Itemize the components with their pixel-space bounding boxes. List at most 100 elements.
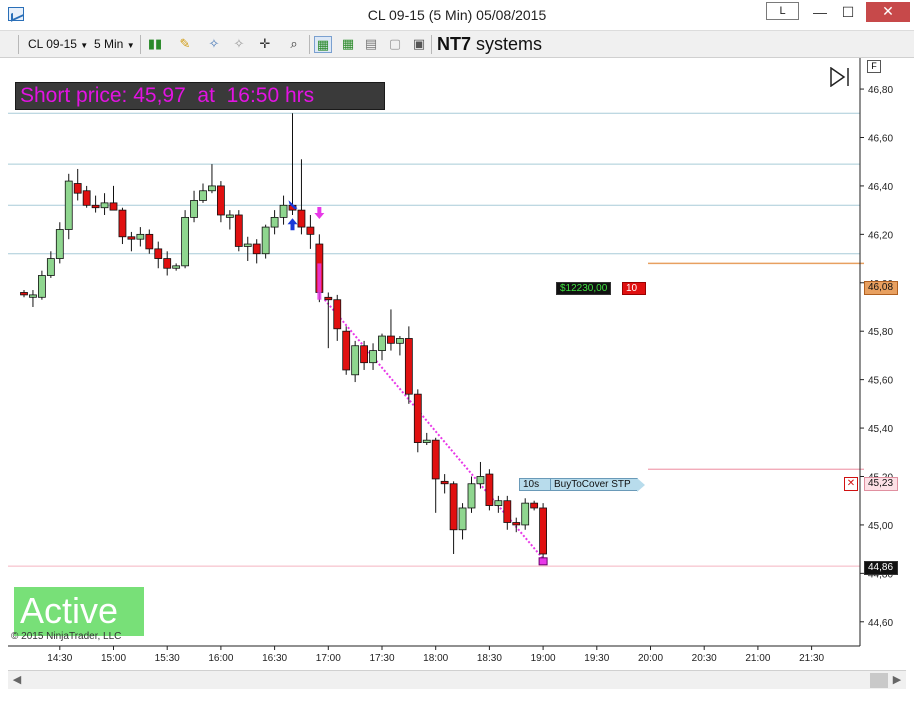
instrument-selector[interactable]: CL 09-15 ▼ xyxy=(28,35,88,55)
candle-body xyxy=(136,233,145,240)
y-tick-label: 46,40 xyxy=(868,182,893,193)
horizontal-scrollbar[interactable]: ◀ ▶ xyxy=(8,670,906,689)
y-tick-label: 46,20 xyxy=(868,230,893,241)
candle-body xyxy=(73,183,82,194)
short-price-banner: Short price: 45,97 at 16:50 hrs xyxy=(15,82,385,110)
brand-label: NT7 systems xyxy=(437,34,542,54)
candle-body xyxy=(521,502,530,526)
bar-type-icon[interactable]: ▮▮ xyxy=(146,36,164,53)
maximize-button[interactable]: ☐ xyxy=(834,3,862,23)
position-qty-tag[interactable]: 10 xyxy=(622,282,646,295)
candle-body xyxy=(324,296,333,301)
candle-body xyxy=(297,209,306,228)
candle-body xyxy=(485,473,494,506)
scroll-right-icon[interactable]: ▶ xyxy=(890,673,904,687)
candle-body xyxy=(82,190,91,206)
title-bar: CL 09-15 (5 Min) 05/08/2015 L — ☐ ✕ xyxy=(0,0,914,31)
chart-toolbar: CL 09-15 ▼ 5 Min ▼ ▮▮ ✎ ✧ ✧ ✛ ⌕ ▦ ▦ ▤ ▢ … xyxy=(0,31,914,58)
y-tick-label: 46,60 xyxy=(868,133,893,144)
y-tick-label: 45,80 xyxy=(868,327,893,338)
copyright-label: © 2015 NinjaTrader, LLC xyxy=(11,631,122,642)
candle-body xyxy=(234,214,243,247)
strategy-status-badge: Active xyxy=(14,587,144,636)
data-box-icon[interactable]: ▦ xyxy=(339,36,357,53)
brand-rest: systems xyxy=(471,34,543,54)
candle-body xyxy=(208,185,216,192)
stop-order-pointer xyxy=(637,478,645,492)
candle-body xyxy=(449,483,458,531)
y-tick-label: 45,00 xyxy=(868,521,893,532)
strategy-icon[interactable]: ✧ xyxy=(230,36,248,53)
candle-body xyxy=(91,204,100,209)
x-tick-label: 15:30 xyxy=(155,653,180,664)
stop-time-tag: 10s xyxy=(519,478,551,491)
candle-body xyxy=(351,345,360,376)
candle-body xyxy=(127,236,136,240)
toolbar-separator xyxy=(309,35,310,54)
f-button[interactable]: F xyxy=(867,60,881,73)
candle-body xyxy=(503,500,512,523)
minimize-button[interactable]: — xyxy=(806,3,834,23)
close-button[interactable]: ✕ xyxy=(866,2,910,22)
x-tick-label: 20:30 xyxy=(692,653,717,664)
candle-body xyxy=(216,185,225,216)
candle-body xyxy=(225,214,234,218)
snapshot-icon[interactable]: ▢ xyxy=(386,36,404,53)
price-chart[interactable]: 46,8046,6046,4046,2046,0045,8045,6045,40… xyxy=(8,58,906,670)
candle-body xyxy=(333,299,342,330)
candle-body xyxy=(512,522,521,526)
candle-body xyxy=(387,335,395,344)
candle-body xyxy=(261,226,270,255)
candle-body xyxy=(64,180,73,230)
y-tick-label: 46,80 xyxy=(868,85,893,96)
candle-body xyxy=(342,330,351,371)
x-tick-label: 18:00 xyxy=(423,653,448,664)
interval-selector[interactable]: 5 Min ▼ xyxy=(94,35,135,55)
candle-body xyxy=(145,233,154,250)
last-price-tag: 44,86 xyxy=(864,561,898,575)
candle-body xyxy=(20,292,28,296)
link-button[interactable]: L xyxy=(766,2,799,20)
stop-order-label[interactable]: BuyToCover STP xyxy=(550,478,638,491)
candle-body xyxy=(440,480,449,485)
instrument-label: CL 09-15 xyxy=(28,37,77,51)
candle-body xyxy=(55,229,64,259)
scroll-thumb[interactable] xyxy=(870,673,888,688)
x-tick-label: 16:30 xyxy=(262,653,287,664)
play-end-icon[interactable] xyxy=(829,66,851,88)
toolbar-separator xyxy=(140,35,141,54)
candle-body xyxy=(190,200,198,218)
candle-body xyxy=(378,335,386,351)
indicator-icon[interactable]: ✧ xyxy=(205,36,223,53)
template-icon[interactable]: ▣ xyxy=(410,36,428,53)
brand-bold: NT7 xyxy=(437,34,472,54)
crosshair-icon[interactable]: ✛ xyxy=(256,36,274,53)
short-entry-mark xyxy=(317,263,322,300)
candle-body xyxy=(395,338,404,344)
cancel-order-button[interactable]: ✕ xyxy=(844,477,858,491)
pnl-tag: $12230,00 xyxy=(556,282,612,295)
candle-body xyxy=(109,202,118,211)
chart-trader-icon[interactable]: ▦ xyxy=(314,36,332,53)
toolbar-separator xyxy=(18,35,19,54)
candle-body xyxy=(279,204,288,218)
candle-body xyxy=(163,258,172,269)
exit-marker xyxy=(538,557,548,566)
zoom-icon[interactable]: ⌕ xyxy=(285,36,303,53)
chart-properties-icon[interactable]: ▤ xyxy=(362,36,380,53)
candle-body xyxy=(270,216,279,228)
stop-price-tag: 45,23 xyxy=(864,477,898,491)
candle-body xyxy=(243,243,252,247)
y-tick-label: 45,60 xyxy=(868,376,893,387)
x-tick-label: 19:00 xyxy=(531,653,556,664)
chevron-down-icon: ▼ xyxy=(80,41,89,50)
candle-body xyxy=(494,500,503,506)
candle-body xyxy=(181,216,190,267)
candle-body xyxy=(252,243,261,255)
x-tick-label: 16:00 xyxy=(208,653,233,664)
candle-body xyxy=(431,439,440,480)
scroll-left-icon[interactable]: ◀ xyxy=(10,673,24,687)
chart-background xyxy=(8,58,906,670)
pencil-icon[interactable]: ✎ xyxy=(176,36,194,53)
chart-panel[interactable]: 46,8046,6046,4046,2046,0045,8045,6045,40… xyxy=(8,58,906,670)
